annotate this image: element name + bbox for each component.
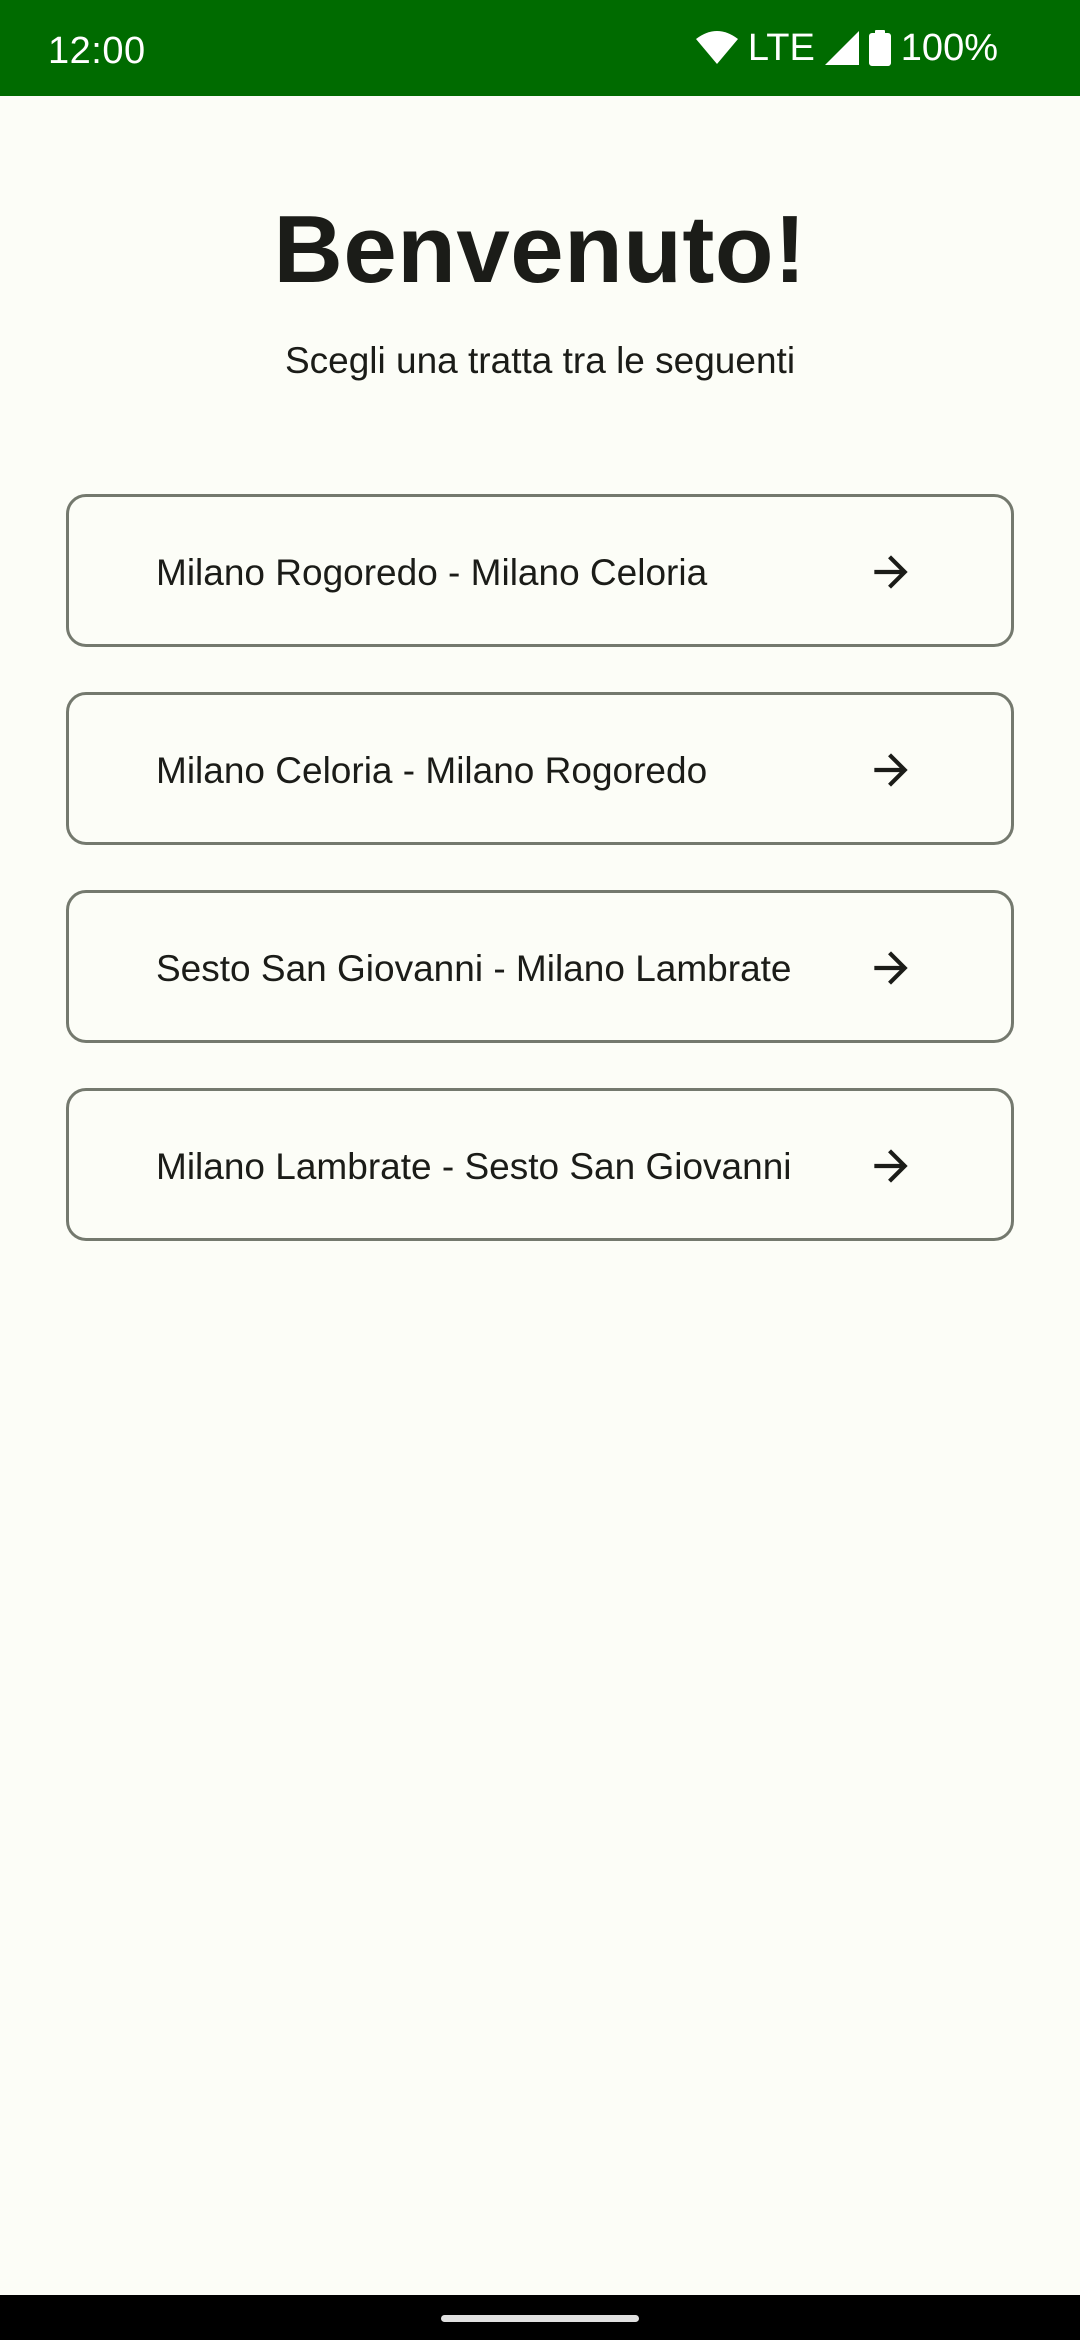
route-label: Milano Rogoredo - Milano Celoria	[156, 552, 708, 593]
status-icons: LTE 100%	[695, 0, 998, 96]
battery-icon	[868, 30, 891, 66]
page-subtitle: Scegli una tratta tra le seguenti	[284, 340, 796, 381]
signal-icon	[824, 31, 859, 65]
status-bar: 12:00 LTE 100%	[0, 0, 1080, 96]
arrow-right-icon	[874, 753, 908, 787]
wifi-icon	[695, 31, 738, 65]
status-time: 12:00	[48, 30, 146, 72]
route-button-lambrate-sesto[interactable]: Milano Lambrate - Sesto San Giovanni	[66, 1088, 1014, 1241]
route-label: Milano Lambrate - Sesto San Giovanni	[156, 1146, 792, 1187]
arrow-right-icon	[874, 1149, 908, 1183]
arrow-right-icon	[874, 555, 908, 589]
route-button-rogoredo-celoria[interactable]: Milano Rogoredo - Milano Celoria	[66, 494, 1014, 647]
route-list: Milano Rogoredo - Milano Celoria Milano …	[66, 494, 1014, 1286]
arrow-right-icon	[874, 951, 908, 985]
battery-percentage: 100%	[900, 27, 998, 69]
home-gesture-handle[interactable]	[441, 2315, 639, 2322]
route-button-sesto-lambrate[interactable]: Sesto San Giovanni - Milano Lambrate	[66, 890, 1014, 1043]
page-title: Benvenuto!	[273, 196, 807, 303]
route-label: Milano Celoria - Milano Rogoredo	[156, 750, 708, 791]
navigation-bar	[0, 2295, 1080, 2340]
route-button-celoria-rogoredo[interactable]: Milano Celoria - Milano Rogoredo	[66, 692, 1014, 845]
network-type: LTE	[747, 27, 815, 69]
route-label: Sesto San Giovanni - Milano Lambrate	[156, 948, 792, 989]
